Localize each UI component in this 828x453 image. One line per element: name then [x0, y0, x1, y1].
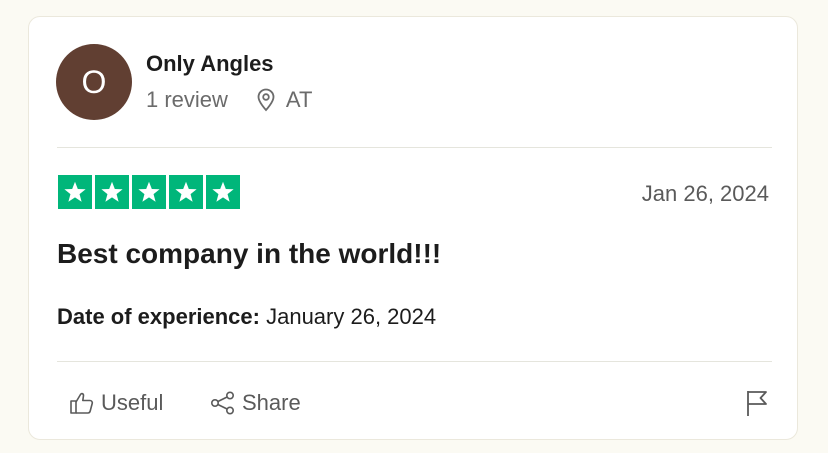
rating-star	[206, 175, 240, 209]
share-label: Share	[242, 390, 301, 415]
author-meta: 1 review AT	[146, 87, 312, 113]
rating-star	[58, 175, 92, 209]
star-icon	[101, 181, 123, 202]
location-label: AT	[285, 87, 313, 112]
star-icon	[138, 181, 160, 202]
report-button[interactable]	[745, 389, 769, 422]
review-title[interactable]: Best company in the world!!!	[57, 238, 441, 270]
share-button[interactable]: Share	[210, 390, 301, 416]
review-card: O Only Angles 1 review AT Jan 26, 2024 B…	[28, 16, 798, 440]
flag-icon	[747, 391, 767, 416]
experience-value: January 26, 2024	[266, 304, 437, 329]
published-date: Jan 26, 2024	[641, 181, 769, 206]
star-icon	[212, 181, 234, 202]
experience-date: Date of experience: January 26, 2024	[57, 304, 436, 330]
location-pin-icon	[257, 88, 275, 112]
thumbs-up-icon	[70, 392, 94, 414]
author-location: AT	[256, 87, 312, 113]
avatar[interactable]: O	[56, 44, 132, 120]
rating-star	[95, 175, 129, 209]
author-name[interactable]: Only Angles	[146, 51, 274, 77]
header-divider	[57, 147, 772, 148]
footer-divider	[57, 361, 772, 362]
star-rating	[58, 175, 240, 209]
useful-button[interactable]: Useful	[69, 390, 163, 416]
share-icon	[210, 391, 234, 415]
star-icon	[64, 181, 86, 202]
experience-label: Date of experience:	[57, 304, 260, 329]
avatar-initial: O	[81, 63, 107, 100]
rating-star	[132, 175, 166, 209]
star-icon	[175, 181, 197, 202]
review-count: 1 review	[146, 87, 228, 112]
rating-star	[169, 175, 203, 209]
useful-label: Useful	[101, 390, 164, 415]
